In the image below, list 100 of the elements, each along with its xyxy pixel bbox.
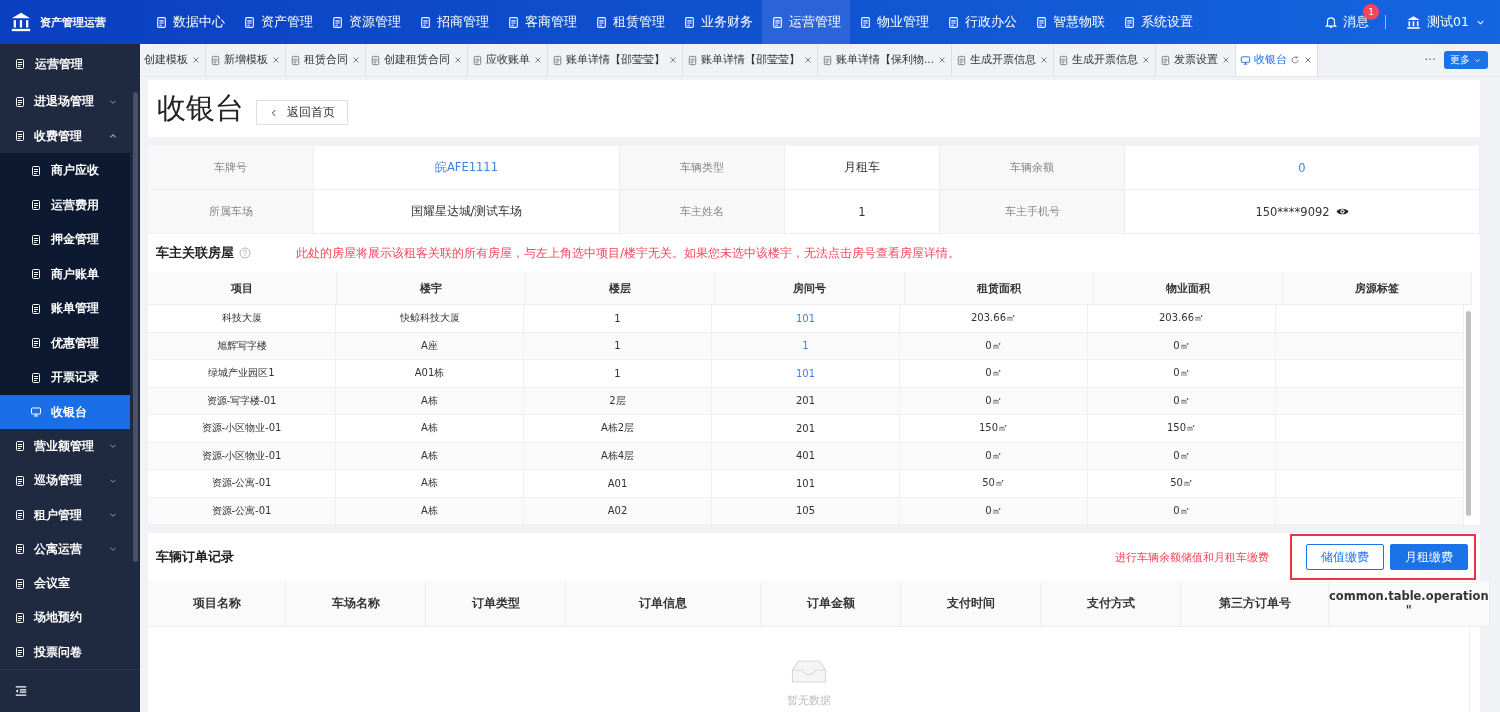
collapse-icon[interactable] — [14, 684, 28, 699]
field-label: 车牌号 — [148, 146, 314, 190]
table-cell: 资源-小区物业-01 — [201, 421, 282, 436]
table-cell: 50㎡ — [1170, 476, 1193, 491]
value-link[interactable]: 0 — [1298, 160, 1306, 175]
payment-button[interactable]: 月租缴费 — [1390, 544, 1468, 570]
back-button[interactable]: 返回首页 — [256, 100, 348, 125]
field-label: 所属车场 — [148, 190, 314, 234]
document-icon — [30, 233, 42, 246]
overflow-button[interactable]: ··· — [1416, 53, 1444, 67]
user-menu[interactable]: 测试01 — [1406, 13, 1486, 31]
value-link[interactable]: 皖AFE1111 — [435, 160, 498, 175]
table-cell: 0㎡ — [1173, 366, 1190, 381]
payment-button[interactable]: 储值缴费 — [1306, 544, 1384, 570]
room-link[interactable]: 101 — [795, 367, 816, 379]
tab[interactable]: 应收账单 — [468, 44, 548, 76]
tab[interactable]: 生成开票信息 — [1054, 44, 1156, 76]
close-icon — [453, 55, 463, 65]
sidebar-item[interactable]: 营业额管理 — [0, 429, 140, 464]
field-value: 1 — [858, 204, 866, 219]
nav-menu-item[interactable]: 资源管理 — [322, 0, 410, 44]
table-cell: A01 — [607, 477, 628, 489]
document-icon — [14, 440, 26, 453]
tab[interactable]: 生成开票信息 — [952, 44, 1054, 76]
sidebar-subitem[interactable]: 押金管理 — [0, 222, 130, 257]
document-icon — [687, 54, 698, 66]
tab[interactable]: 收银台 — [1236, 44, 1318, 76]
section-title: 车主关联房屋 — [156, 244, 234, 262]
nav-menu-item[interactable]: 数据中心 — [146, 0, 234, 44]
nav-menu-item[interactable]: 资产管理 — [234, 0, 322, 44]
document-icon — [14, 58, 26, 71]
close-icon — [191, 55, 201, 65]
column-header: 支付时间 — [901, 581, 1041, 627]
close-icon — [668, 55, 678, 65]
sidebar-item[interactable]: 收费管理 — [0, 119, 140, 154]
tab[interactable]: 账单详情【邵莹莹】 — [548, 44, 683, 76]
empty-text: 暂无数据 — [786, 693, 831, 708]
nav-menu-item[interactable]: 招商管理 — [410, 0, 498, 44]
field-value: 150****9092 — [1255, 204, 1330, 219]
close-icon — [1221, 55, 1231, 65]
sidebar-item[interactable]: 会议室 — [0, 566, 140, 601]
table-cell: A栋 — [421, 421, 438, 436]
close-icon — [533, 55, 543, 65]
sidebar-item[interactable]: 租户管理 — [0, 497, 140, 533]
column-header: 房源标签 — [1282, 272, 1472, 305]
table-cell: 0㎡ — [1173, 338, 1190, 353]
table-cell: A栋2层 — [600, 421, 635, 436]
tab[interactable]: 创建租赁合同 — [366, 44, 468, 76]
field-label: 车主姓名 — [620, 190, 785, 234]
sidebar-subitem[interactable]: 商户账单 — [0, 256, 130, 292]
sidebar-subitem[interactable]: 优惠管理 — [0, 325, 130, 361]
tab[interactable]: 创建模板 — [140, 44, 206, 76]
column-header: 支付方式 — [1041, 581, 1181, 627]
table-cell: 2层 — [609, 393, 626, 408]
column-header: 租赁面积 — [904, 272, 1094, 305]
nav-menu-item[interactable]: 智慧物联 — [1026, 0, 1114, 44]
sidebar-subitem[interactable]: 运营费用 — [0, 187, 130, 223]
room-link[interactable]: 101 — [795, 312, 816, 324]
sidebar-item[interactable]: 公寓运营 — [0, 532, 140, 567]
document-icon — [30, 164, 42, 177]
nav-menu-item[interactable]: 业务财务 — [674, 0, 762, 44]
table-cell: 150㎡ — [978, 421, 1009, 436]
nav-menu-item[interactable]: 物业管理 — [850, 0, 938, 44]
sidebar-item[interactable]: 进退场管理 — [0, 84, 140, 119]
bank-icon — [10, 11, 32, 33]
sidebar-subitem[interactable]: 账单管理 — [0, 291, 130, 326]
tab[interactable]: 账单详情【保利物... — [818, 44, 952, 76]
column-header: 楼层 — [526, 272, 716, 305]
room-link[interactable]: 1 — [802, 340, 809, 352]
chevron-left-icon — [269, 107, 279, 118]
document-icon — [595, 15, 608, 29]
sidebar-subitem[interactable]: 开票记录 — [0, 360, 130, 395]
tab[interactable]: 租赁合同 — [286, 44, 366, 76]
table-cell: 0㎡ — [1173, 503, 1190, 518]
tab[interactable]: 新增模板 — [206, 44, 286, 76]
page-title: 收银台 — [157, 89, 244, 127]
document-icon — [155, 15, 168, 29]
nav-menu-item[interactable]: 行政办公 — [938, 0, 1026, 44]
sidebar-item[interactable]: 场地预约 — [0, 600, 140, 635]
table-cell: 203.66㎡ — [971, 311, 1016, 326]
table-cell: 绿城产业园区1 — [208, 366, 275, 381]
table-cell: 50㎡ — [982, 476, 1005, 491]
nav-menu-item[interactable]: 运营管理 — [762, 0, 850, 44]
document-icon — [14, 646, 26, 659]
sidebar-subitem[interactable]: 商户应收 — [0, 153, 130, 188]
tab[interactable]: 账单详情【邵莹莹】 — [683, 44, 818, 76]
more-button[interactable]: 更多 — [1444, 51, 1488, 69]
nav-menu-item[interactable]: 租赁管理 — [586, 0, 674, 44]
sidebar-item[interactable]: 巡场管理 — [0, 463, 140, 498]
table-cell: A栋 — [421, 503, 438, 518]
nav-menu-item[interactable]: 客商管理 — [498, 0, 586, 44]
nav-menu-item[interactable]: 系统设置 — [1114, 0, 1202, 44]
document-icon — [14, 577, 26, 590]
sidebar-subitem[interactable]: 收银台 — [0, 394, 130, 430]
table-cell: 0㎡ — [985, 503, 1002, 518]
document-icon — [552, 54, 563, 66]
sidebar-item[interactable]: 投票问卷 — [0, 635, 140, 670]
table-cell: 1 — [614, 340, 621, 352]
table-cell: A栋4层 — [600, 448, 635, 463]
document-icon — [1035, 15, 1048, 29]
